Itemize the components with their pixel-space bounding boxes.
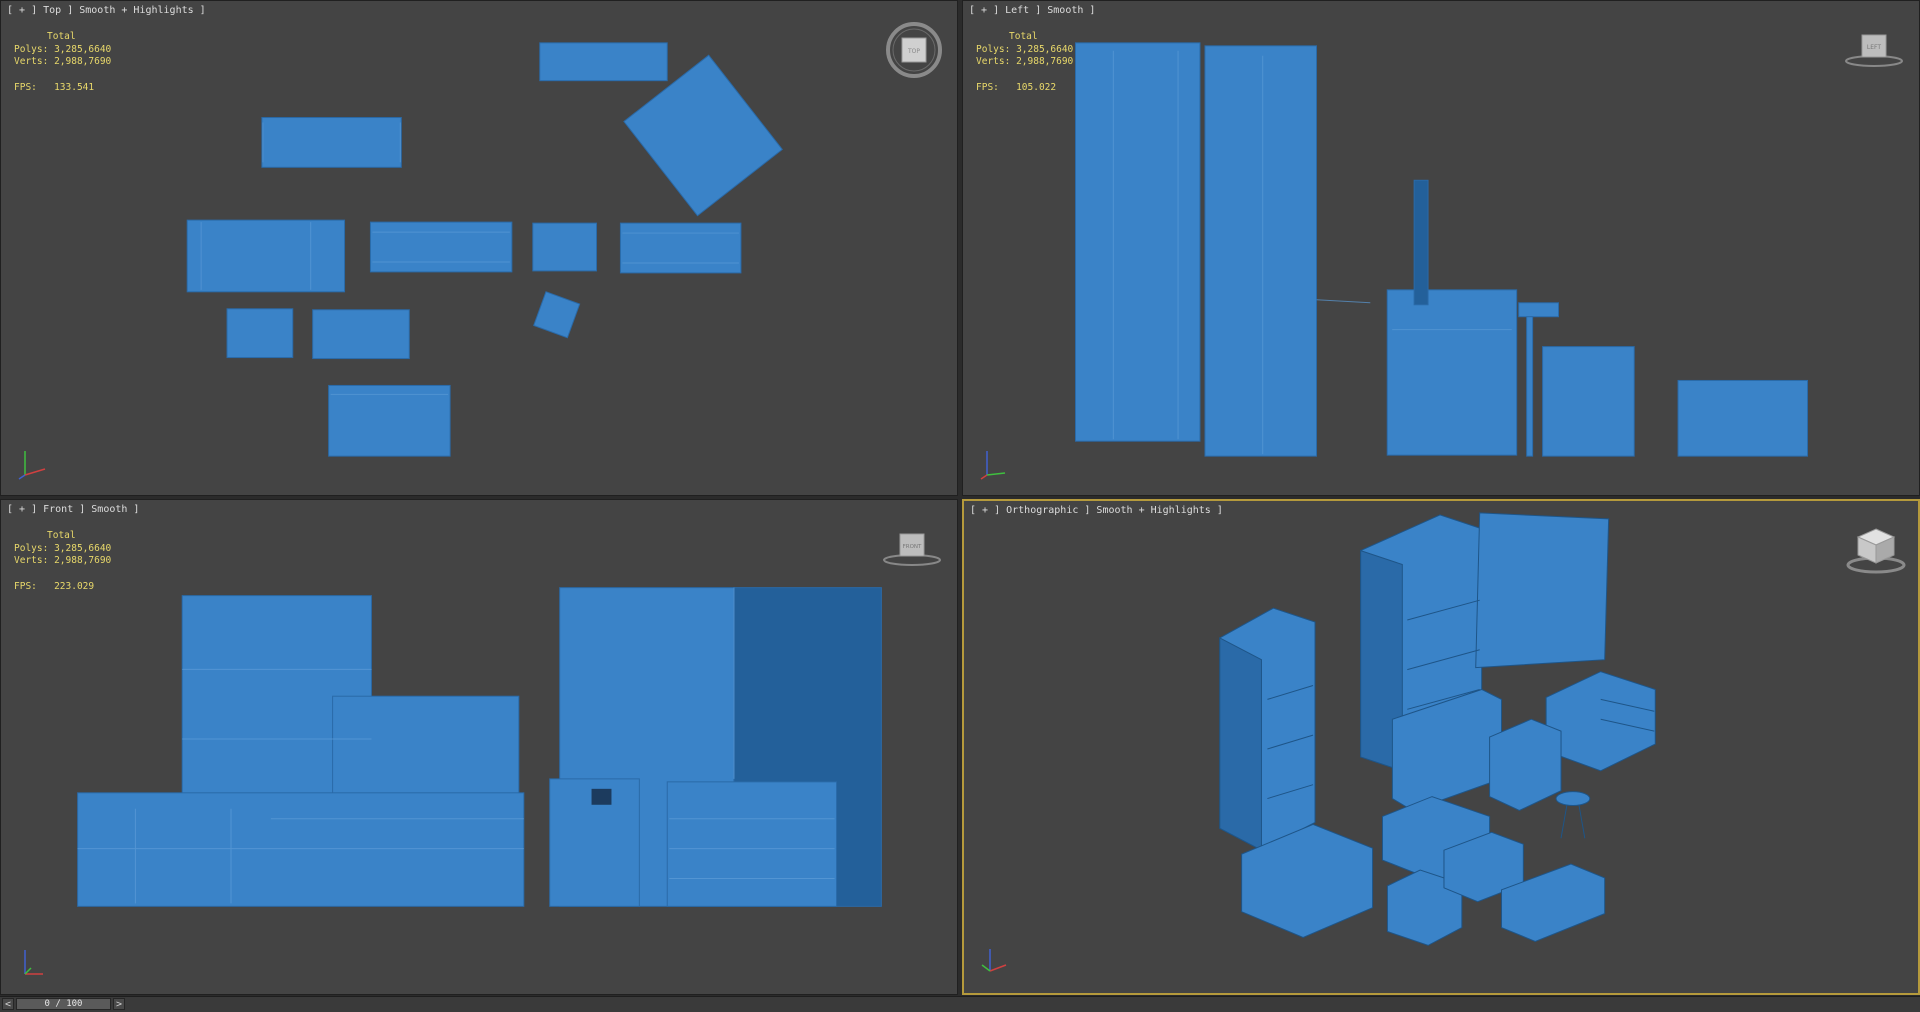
viewport-label-left[interactable]: [ + ] Left ] Smooth ] xyxy=(969,5,1095,16)
viewport-label-orthographic[interactable]: [ + ] Orthographic ] Smooth + Highlights… xyxy=(970,505,1223,516)
time-slider-bar: < 0 / 100 > xyxy=(0,996,1920,1012)
ortho-chest-1[interactable] xyxy=(1489,718,1562,812)
stats-panel-front: Total Polys: 3,285,6640 Verts: 2,988,769… xyxy=(14,530,111,593)
viewcube-face-label: FRONT xyxy=(903,544,922,550)
verts-value: 2,988,7690 xyxy=(54,56,112,67)
top-trunk-7[interactable] xyxy=(226,308,294,359)
ortho-open-cabinet[interactable] xyxy=(1475,512,1610,669)
top-trunk-5[interactable] xyxy=(532,222,598,272)
top-trunk-1[interactable] xyxy=(539,42,668,82)
orthographic-view-scene[interactable] xyxy=(964,501,1918,993)
viewcube-icon[interactable] xyxy=(1844,523,1908,575)
fps-value: 105.022 xyxy=(1016,81,1057,93)
stats-panel-top: Total Polys: 3,285,6640 Verts: 2,988,769… xyxy=(14,31,111,94)
verts-value: 2,988,7690 xyxy=(54,555,112,566)
viewport-label-front[interactable]: [ + ] Front ] Smooth ] xyxy=(7,504,139,515)
polys-value: 3,285,6640 xyxy=(54,542,112,554)
fps-label: FPS: xyxy=(14,81,37,93)
top-trunk-6[interactable] xyxy=(619,222,742,274)
fps-label: FPS: xyxy=(976,81,999,93)
stats-total: Total xyxy=(47,31,76,42)
polys-label: Polys: xyxy=(14,542,49,554)
fps-value: 223.029 xyxy=(54,580,95,592)
left-desk[interactable] xyxy=(1386,289,1518,456)
viewcube-icon[interactable]: LEFT xyxy=(1843,29,1905,69)
top-trunk-3[interactable] xyxy=(186,219,346,293)
top-trunk-9[interactable] xyxy=(328,384,451,457)
top-trunk-2[interactable] xyxy=(261,117,402,168)
ortho-bookcase-1-side[interactable] xyxy=(1219,637,1262,851)
viewport-front[interactable]: [ + ] Front ] Smooth ] Total Polys: 3,28… xyxy=(0,499,958,995)
top-stool[interactable] xyxy=(533,291,581,339)
viewcube-icon[interactable]: FRONT xyxy=(881,528,943,568)
polys-label: Polys: xyxy=(14,43,49,55)
next-frame-button[interactable]: > xyxy=(113,998,125,1010)
left-wardrobe-2[interactable] xyxy=(1204,45,1318,457)
front-screen-detail xyxy=(591,788,612,805)
axis-tripod-icon xyxy=(981,949,1007,972)
left-wardrobe-1[interactable] xyxy=(1074,42,1201,442)
polys-value: 3,285,6640 xyxy=(1016,43,1074,55)
axis-tripod-icon xyxy=(18,451,46,480)
left-chair-leg[interactable] xyxy=(1526,316,1534,457)
ortho-stool-seat[interactable] xyxy=(1555,791,1591,807)
viewcube-icon[interactable]: TOP xyxy=(885,21,943,79)
viewport-top[interactable]: [ + ] Top ] Smooth + Highlights ] Total … xyxy=(0,0,958,496)
viewport-label-top[interactable]: [ + ] Top ] Smooth + Highlights ] xyxy=(7,5,206,16)
viewcube-face-label: TOP xyxy=(907,48,920,55)
stats-total: Total xyxy=(47,530,76,541)
time-slider[interactable]: 0 / 100 xyxy=(16,998,111,1010)
left-trunk-2[interactable] xyxy=(1677,379,1809,457)
left-trunk-1[interactable] xyxy=(1542,346,1635,457)
viewport-left[interactable]: [ + ] Left ] Smooth ] Total Polys: 3,285… xyxy=(962,0,1920,496)
verts-label: Verts: xyxy=(14,555,49,566)
top-view-scene[interactable] xyxy=(1,1,957,495)
polys-label: Polys: xyxy=(976,43,1011,55)
viewport-orthographic[interactable]: [ + ] Orthographic ] Smooth + Highlights… xyxy=(962,499,1920,995)
front-dresser[interactable] xyxy=(666,781,838,907)
verts-label: Verts: xyxy=(976,56,1011,67)
front-view-scene[interactable] xyxy=(1,500,957,994)
ortho-dresser[interactable] xyxy=(1545,671,1656,772)
stats-panel-left: Total Polys: 3,285,6640 Verts: 2,988,769… xyxy=(976,31,1073,94)
front-monitor[interactable] xyxy=(332,695,520,809)
front-trunk-row[interactable] xyxy=(77,792,525,907)
stats-total: Total xyxy=(1009,31,1038,42)
verts-label: Verts: xyxy=(14,56,49,67)
axis-tripod-icon xyxy=(980,451,1006,480)
viewcube-face-label: LEFT xyxy=(1867,44,1881,51)
verts-value: 2,988,7690 xyxy=(1016,56,1074,67)
fps-value: 133.541 xyxy=(54,81,95,93)
top-trunk-8[interactable] xyxy=(312,309,410,360)
axis-tripod-icon xyxy=(24,950,43,975)
fps-label: FPS: xyxy=(14,580,37,592)
left-chair-seat[interactable] xyxy=(1518,302,1560,318)
top-trunk-4[interactable] xyxy=(369,221,513,273)
polys-value: 3,285,6640 xyxy=(54,43,112,55)
previous-frame-button[interactable]: < xyxy=(2,998,14,1010)
left-view-scene[interactable] xyxy=(963,1,1919,495)
left-monitor[interactable] xyxy=(1413,179,1429,306)
